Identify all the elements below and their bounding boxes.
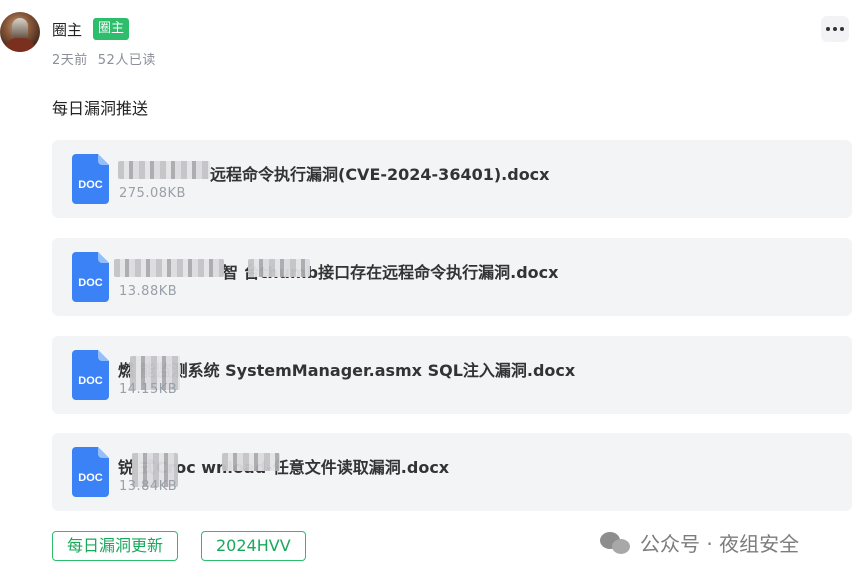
watermark: 公众号 · 夜组安全 [600, 527, 799, 557]
author-name[interactable]: 圈主 [52, 19, 82, 40]
redaction-mask [118, 161, 210, 179]
role-badge: 圈主 [93, 18, 130, 40]
avatar-figure-body [6, 38, 34, 52]
read-count: 52人已读 [97, 53, 156, 68]
attachment-size: 14.15KB [119, 382, 178, 397]
attachment-size: 275.08KB [119, 186, 186, 201]
attachment-card[interactable]: DOC 智 台thumb接口存在远程命令执行漏洞.docx 13.88KB [52, 238, 852, 316]
redaction-mask [114, 259, 224, 277]
more-options-button[interactable] [821, 16, 849, 42]
svg-text:DOC: DOC [78, 472, 103, 484]
attachment-size: 13.88KB [119, 284, 178, 299]
wechat-icon-bubble-small [612, 539, 630, 554]
more-options-icon [826, 27, 830, 31]
post-time: 2天前 [52, 53, 88, 68]
docx-file-icon: DOC [72, 154, 109, 204]
avatar[interactable] [0, 12, 40, 52]
attachment-size: 13.84KB [119, 479, 178, 494]
watermark-text: 公众号 · 夜组安全 [640, 531, 800, 556]
more-options-icon-dot [840, 27, 844, 31]
avatar-figure-head [12, 18, 28, 40]
post-text: 每日漏洞推送 [52, 99, 149, 118]
attachment-card[interactable]: DOC 燃 能监测系统 SystemManager.asmx SQL注入漏洞.d… [52, 336, 852, 414]
redaction-mask [222, 453, 280, 471]
svg-text:DOC: DOC [78, 277, 103, 289]
docx-file-icon: DOC [72, 252, 109, 302]
docx-file-icon: DOC [72, 350, 109, 400]
tag-2024hvv[interactable]: 2024HVV [201, 531, 306, 561]
tag-daily-vuln-update[interactable]: 每日漏洞更新 [52, 531, 179, 561]
attachment-name[interactable]: 远程命令执行漏洞(CVE-2024-36401).docx [210, 161, 550, 185]
more-options-icon-dot [833, 27, 837, 31]
attachment-card[interactable]: DOC 远程命令执行漏洞(CVE-2024-36401).docx 275.08… [52, 140, 852, 218]
docx-file-icon: DOC [72, 447, 109, 497]
post-meta: 2天前 52人已读 [52, 49, 156, 68]
svg-text:DOC: DOC [78, 179, 103, 191]
redaction-mask [248, 259, 310, 277]
attachment-name[interactable]: 燃 能监测系统 SystemManager.asmx SQL注入漏洞.docx [118, 357, 575, 381]
wechat-icon [600, 530, 632, 554]
attachment-card[interactable]: DOC 锐 式Croc wnload-任意文件读取漏洞.docx 13.84KB [52, 433, 852, 511]
svg-text:DOC: DOC [78, 375, 103, 387]
